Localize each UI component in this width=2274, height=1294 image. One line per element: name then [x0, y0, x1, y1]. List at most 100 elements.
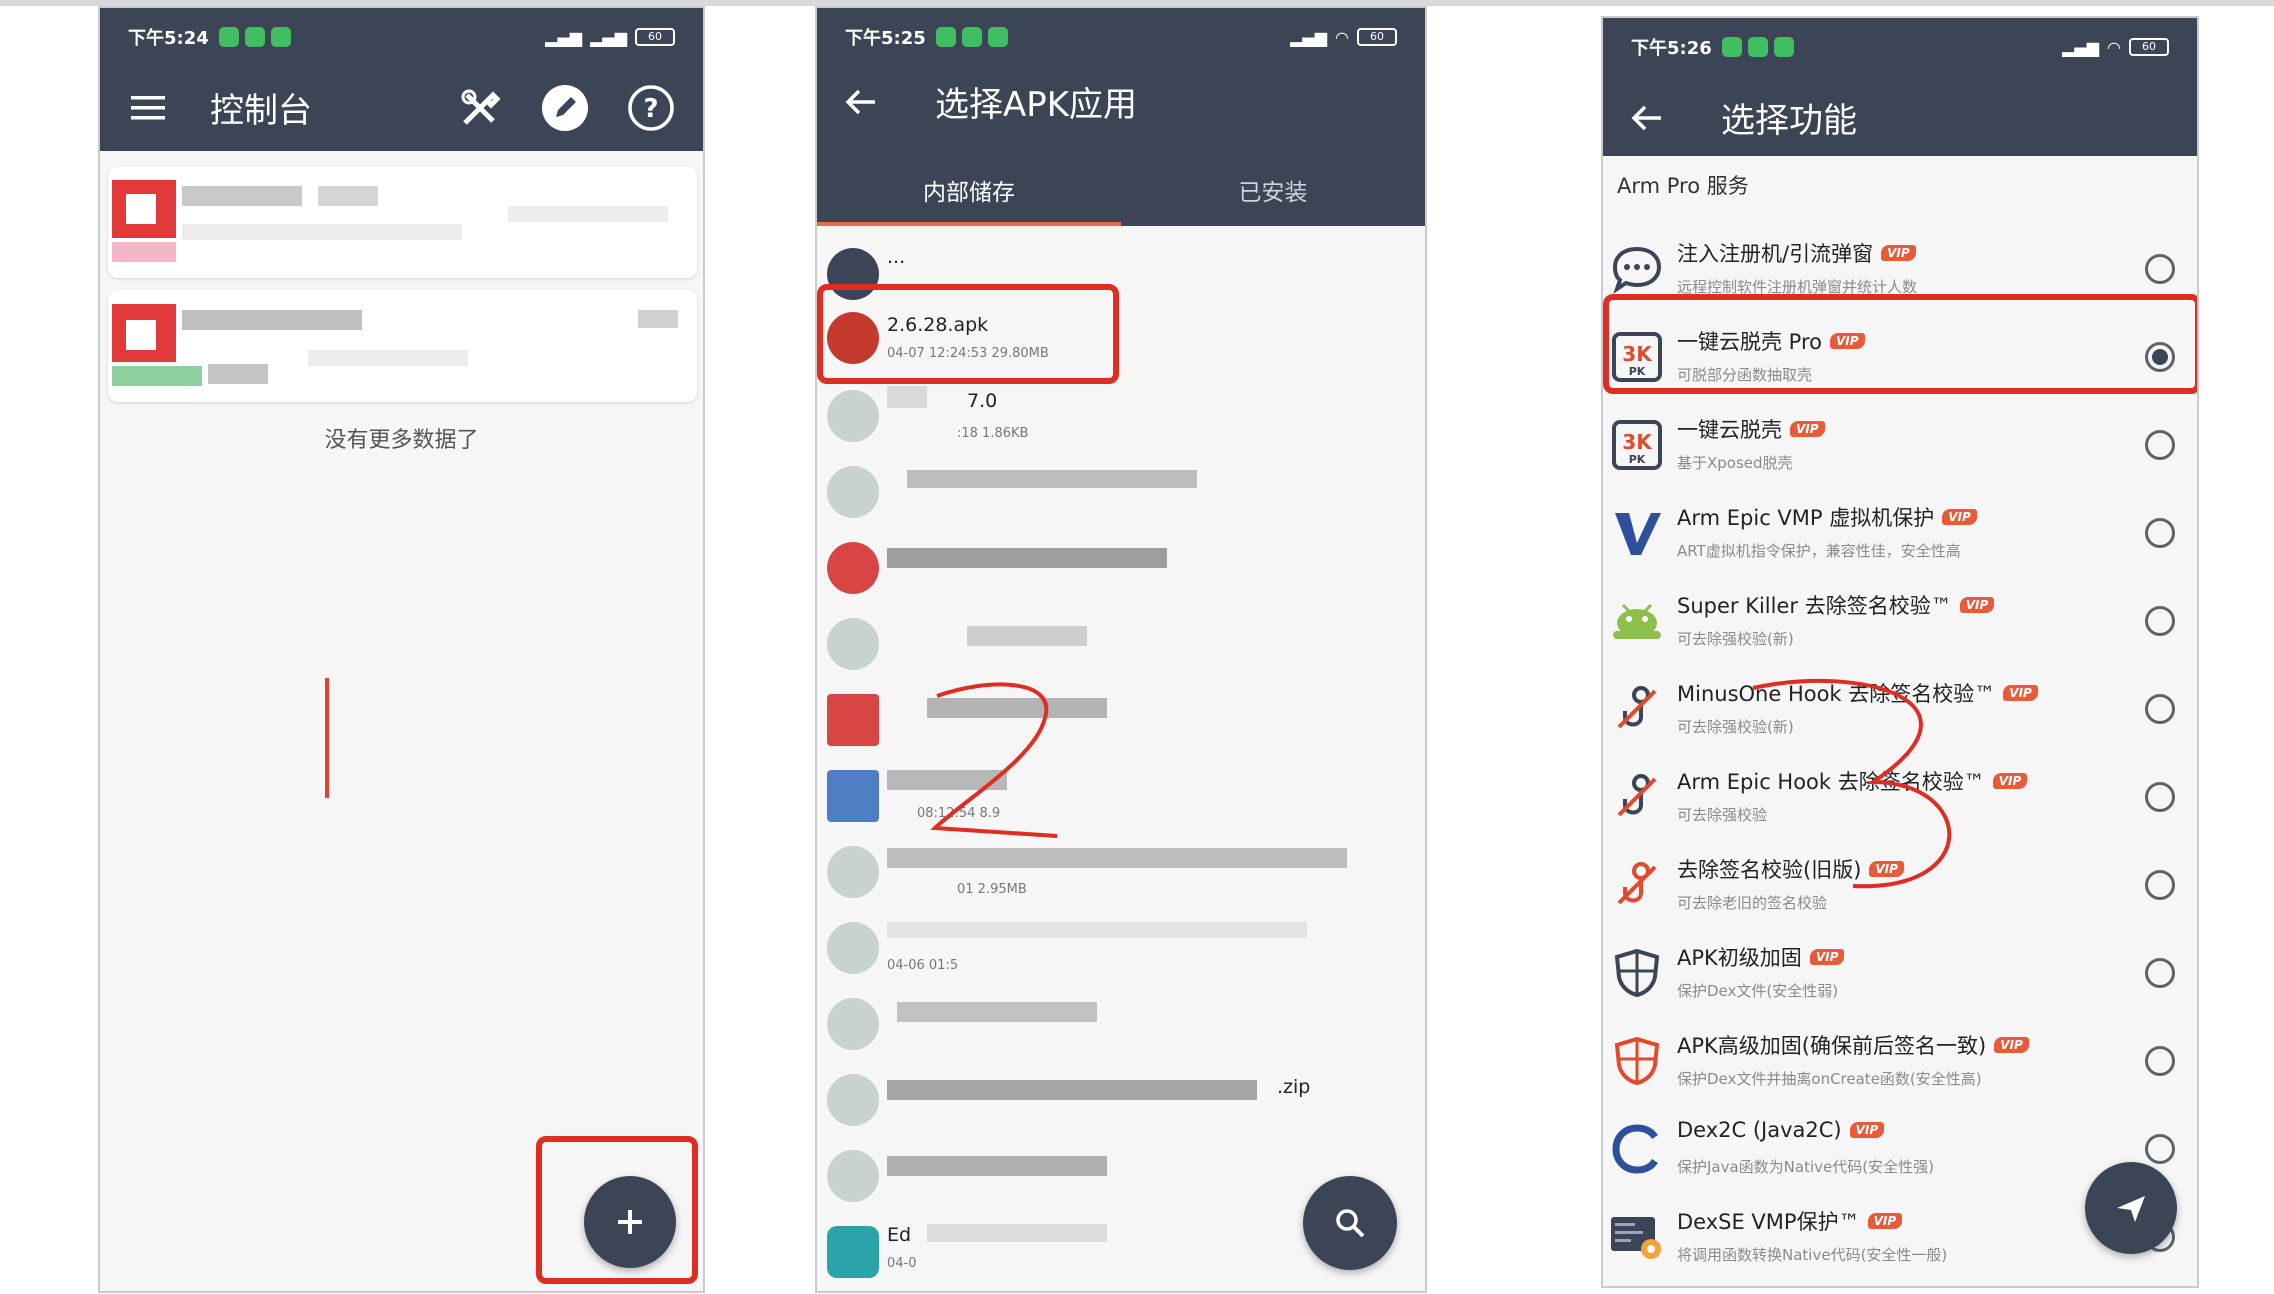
status-right: ▂▄▆ ◠ 60 [1290, 28, 1397, 47]
feature-radio[interactable] [2145, 958, 2175, 988]
file-icon [827, 998, 879, 1050]
feature-radio[interactable] [2145, 606, 2175, 636]
menu-icon[interactable] [128, 88, 168, 128]
file-icon [827, 542, 879, 594]
edit-icon[interactable] [541, 84, 589, 132]
tab-installed[interactable]: 已安装 [1121, 153, 1425, 226]
file-row[interactable]: 04-06 01:5 [817, 910, 1425, 986]
file-icon [827, 846, 879, 898]
feature-title-text: 一键云脱壳 [1677, 418, 1782, 442]
send-icon [2117, 1196, 2145, 1222]
file-icon [827, 1226, 879, 1278]
feature-radio[interactable] [2145, 1134, 2175, 1164]
back-arrow-icon[interactable] [845, 88, 877, 116]
phone-console: 下午5:24 ▂▄▆ ▂▄▆ 60 控制台 ? 没有更多数据了 [98, 6, 705, 1293]
page-title: 选择APK应用 [935, 85, 1138, 125]
file-icon [827, 390, 879, 442]
file-row[interactable]: 7.0 :18 1.86KB [817, 378, 1425, 454]
status-time: 下午5:26 [1631, 38, 1712, 59]
pk-icon: 3K PK [1609, 417, 1665, 473]
status-bar: 下午5:26 ▂▄▆ ◠ 60 [1603, 18, 2197, 76]
svg-text:PK: PK [1629, 453, 1646, 466]
feature-row[interactable]: 3K PK 一键云脱壳 VIP 基于Xposed脱壳 [1603, 400, 2197, 488]
app-bar: 下午5:26 ▂▄▆ ◠ 60 选择功能 [1603, 18, 2197, 156]
help-icon[interactable]: ? [627, 84, 675, 132]
signal-icon-2: ▂▄▆ [590, 27, 627, 47]
feature-radio[interactable] [2145, 870, 2175, 900]
toolbar: 选择APK应用 [817, 64, 1425, 139]
file-row[interactable]: 01 2.95MB [817, 834, 1425, 910]
project-card[interactable] [108, 290, 697, 402]
project-card[interactable] [108, 166, 697, 278]
feature-title: 一键云脱壳 VIP [1677, 414, 1825, 444]
file-row[interactable]: .zip [817, 1062, 1425, 1138]
hook-icon [1609, 769, 1665, 825]
feature-title: 注入注册机/引流弹窗 VIP [1677, 238, 1916, 268]
feature-title: Arm Epic VMP 虚拟机保护 VIP [1677, 502, 1977, 532]
file-meta: 04-0 [887, 1256, 917, 1271]
tools-icon[interactable] [457, 85, 503, 131]
empty-list-message: 没有更多数据了 [324, 428, 479, 453]
android-icon [1609, 593, 1665, 649]
file-row[interactable] [817, 682, 1425, 758]
status-bar: 下午5:25 ▂▄▆ ◠ 60 [817, 8, 1425, 66]
vip-badge: VIP [1867, 1213, 1903, 1229]
v-logo-icon [1609, 505, 1665, 561]
feature-radio[interactable] [2145, 254, 2175, 284]
feature-row[interactable]: APK初级加固 VIP 保护Dex文件(安全性弱) [1603, 928, 2197, 1016]
svg-text:?: ? [643, 94, 658, 124]
battery-icon: 60 [1357, 28, 1397, 46]
feature-title: APK高级加固(确保前后签名一致) VIP [1677, 1030, 2029, 1060]
submit-button[interactable] [2085, 1162, 2177, 1254]
file-row[interactable] [817, 606, 1425, 682]
file-row[interactable] [817, 530, 1425, 606]
feature-radio[interactable] [2145, 430, 2175, 460]
feature-title-text: Dex2C (Java2C) [1677, 1118, 1842, 1142]
feature-title-text: 注入注册机/引流弹窗 [1677, 242, 1874, 266]
annotation-highlight-add [536, 1136, 698, 1284]
signal-icon: ▂▄▆ [2062, 37, 2100, 57]
toolbar: 控制台 ? [100, 70, 703, 145]
feature-description: 保护Java函数为Native代码(安全性强) [1677, 1158, 1934, 1176]
vip-badge: VIP [1849, 1122, 1885, 1138]
page-title: 控制台 [210, 91, 312, 131]
annotation-highlight-feature [1603, 294, 2197, 394]
tab-bar: 内部储存 已安装 [817, 153, 1425, 226]
notification-icons [218, 27, 291, 47]
feature-radio[interactable] [2145, 694, 2175, 724]
file-row[interactable] [817, 986, 1425, 1062]
back-arrow-icon[interactable] [1631, 104, 1663, 132]
file-row[interactable]: 08:12:54 8.9 [817, 758, 1425, 834]
chat-icon [1609, 241, 1665, 297]
feature-radio[interactable] [2145, 1046, 2175, 1076]
annotation-step-1 [325, 678, 329, 798]
feature-title: APK初级加固 VIP [1677, 942, 1845, 972]
feature-row[interactable]: Super Killer 去除签名校验™ VIP 可去除强校验(新) [1603, 576, 2197, 664]
phone-select-apk: 下午5:25 ▂▄▆ ◠ 60 选择APK应用 内部储存 已安装 ... 2.6… [815, 6, 1427, 1293]
feature-title: DexSE VMP保护™ VIP [1677, 1206, 1903, 1236]
tab-internal-storage[interactable]: 内部储存 [817, 153, 1121, 226]
toolbar: 选择功能 [1603, 80, 2197, 155]
feature-description: 可去除强校验(新) [1677, 630, 1794, 648]
feature-radio[interactable] [2145, 518, 2175, 548]
hook-red-icon [1609, 857, 1665, 913]
search-icon [1336, 1209, 1365, 1238]
feature-row[interactable]: APK高级加固(确保前后签名一致) VIP 保护Dex文件并抽离onCreate函数… [1603, 1016, 2197, 1104]
status-time: 下午5:25 [845, 28, 926, 49]
toolbar-actions: ? [457, 84, 675, 132]
feature-row[interactable]: Arm Epic VMP 虚拟机保护 VIP ART虚拟机指令保护，兼容性佳，安全性… [1603, 488, 2197, 576]
blurred-text [182, 310, 362, 330]
file-row[interactable] [817, 454, 1425, 530]
blurred-text [182, 186, 302, 206]
search-button[interactable] [1303, 1176, 1397, 1270]
screenshot-canvas: 下午5:24 ▂▄▆ ▂▄▆ 60 控制台 ? 没有更多数据了 下午5:25 ▂… [0, 0, 2274, 1294]
feature-title-text: APK初级加固 [1677, 946, 1802, 970]
file-meta: :18 1.86KB [957, 426, 1029, 441]
feature-radio[interactable] [2145, 782, 2175, 812]
feature-title-text: Arm Epic VMP 虚拟机保护 [1677, 506, 1935, 530]
app-bar: 下午5:24 ▂▄▆ ▂▄▆ 60 控制台 ? [100, 8, 703, 151]
feature-title: Dex2C (Java2C) VIP [1677, 1118, 1885, 1142]
feature-title-text: Super Killer 去除签名校验™ [1677, 594, 1952, 618]
status-bar: 下午5:24 ▂▄▆ ▂▄▆ 60 [100, 8, 703, 66]
notification-icons [935, 27, 1008, 47]
